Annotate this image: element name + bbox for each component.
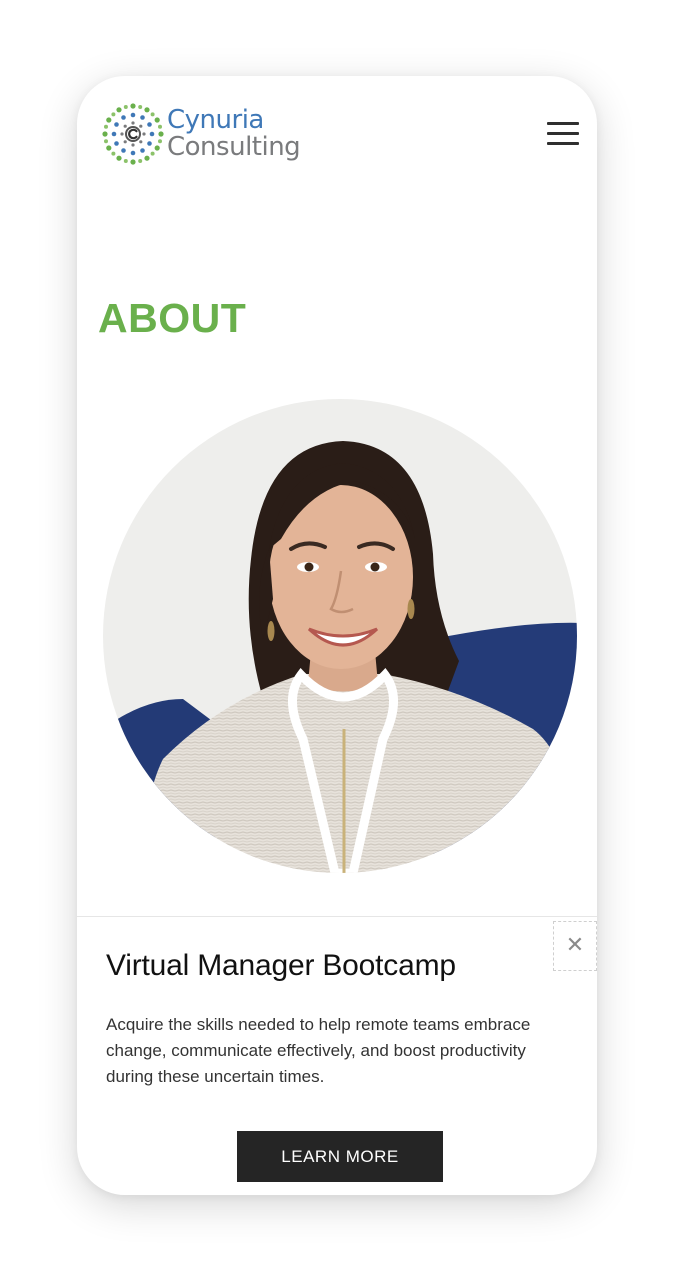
menu-bar-top <box>547 122 579 125</box>
logo-line-1: Cynuria <box>167 105 264 135</box>
close-icon[interactable]: ✕ <box>553 921 597 971</box>
profile-photo <box>103 399 577 873</box>
promo-title: Virtual Manager Bootcamp <box>106 949 456 982</box>
logo-line-2: Consulting <box>167 132 301 162</box>
site-logo[interactable]: Cynuria Consulting <box>101 102 316 166</box>
menu-bar-middle <box>547 132 579 135</box>
logo-wordmark: Cynuria Consulting <box>167 105 301 162</box>
hamburger-menu-icon[interactable] <box>547 120 581 148</box>
promo-description: Acquire the skills needed to help remote… <box>106 1015 531 1086</box>
promo-divider <box>77 916 597 917</box>
page-title: ABOUT <box>98 295 247 341</box>
logo-mark-icon <box>102 103 164 165</box>
phone-frame: Cynuria Consulting ABOUT ✕ Virtual Manag… <box>77 76 597 1195</box>
learn-more-button[interactable]: LEARN MORE <box>237 1131 443 1182</box>
menu-bar-bottom <box>547 142 579 145</box>
